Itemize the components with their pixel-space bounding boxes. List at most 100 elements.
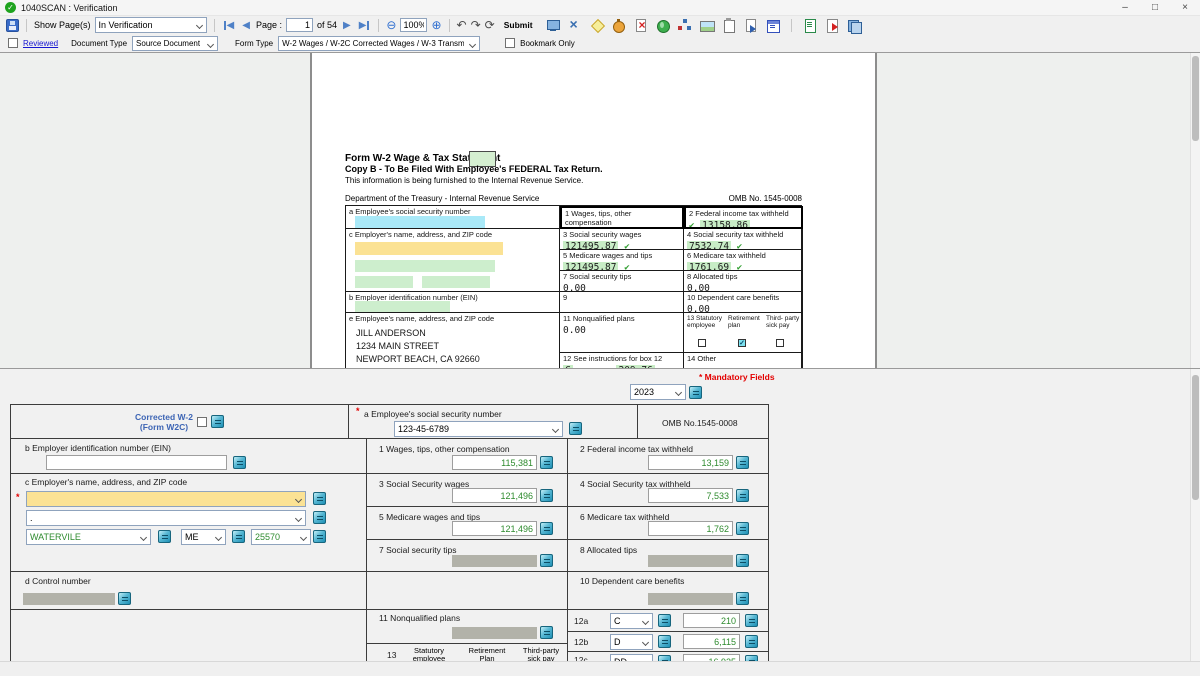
box12b-code-link-icon[interactable] [658, 635, 671, 648]
document-type-select[interactable]: Source Document [132, 36, 218, 51]
reviewed-link[interactable]: Reviewed [23, 39, 58, 48]
employer-state-select[interactable]: ME [181, 529, 226, 545]
employer-state-link-icon[interactable] [232, 530, 245, 543]
tax-year-select[interactable]: 2023 [630, 384, 686, 400]
last-page-button[interactable]: ▶ [357, 20, 372, 31]
box12c-input[interactable] [683, 654, 740, 661]
employer-zip-select[interactable]: 25570 [251, 529, 311, 545]
scan-box-3-value: 121495.87 [563, 241, 618, 250]
viewer-scrollbar[interactable] [1190, 53, 1200, 368]
corrected-w2-link-icon[interactable] [211, 415, 224, 428]
first-page-button[interactable]: ◀ [222, 20, 237, 31]
toolbar-separator [378, 19, 379, 32]
box11-link-icon[interactable] [540, 626, 553, 639]
control-number-label: d Control number [25, 576, 91, 586]
corrected-w2-checkbox[interactable] [197, 417, 207, 427]
diamond-icon[interactable] [589, 18, 605, 33]
minimize-button[interactable]: – [1110, 0, 1140, 16]
show-pages-select[interactable]: In Verification [95, 17, 207, 33]
box3-input[interactable] [452, 488, 537, 503]
box12b-input[interactable] [683, 634, 740, 649]
box6-link-icon[interactable] [736, 522, 749, 535]
employer-street-link-icon[interactable] [313, 511, 326, 524]
org-chart-icon[interactable] [677, 18, 693, 33]
scan-box-2[interactable]: 2 Federal income tax withheld ✔ 13158.86 [684, 206, 803, 229]
remove-doc-icon[interactable] [633, 18, 649, 33]
employer-zip-link-icon[interactable] [313, 530, 326, 543]
doc-green-icon[interactable] [802, 18, 818, 33]
tax-year-link-icon[interactable] [689, 386, 702, 399]
box4-input[interactable] [648, 488, 733, 503]
maximize-button[interactable]: □ [1140, 0, 1170, 16]
employer-street-select[interactable]: . [26, 510, 306, 526]
box7-link-icon[interactable] [540, 554, 553, 567]
box2-input[interactable] [648, 455, 733, 470]
scan-copy-line: Copy B - To Be Filed With Employee's FED… [345, 164, 603, 174]
omb-number: OMB No.1545-0008 [662, 418, 738, 428]
box8-link-icon[interactable] [736, 554, 749, 567]
scan-box-11-label: 11 Nonqualified plans [563, 314, 635, 323]
box12c-code-select[interactable]: DD [610, 654, 653, 661]
box12a-code-link-icon[interactable] [658, 614, 671, 627]
grid-export-icon[interactable] [765, 18, 781, 33]
box12b-code-select[interactable]: D [610, 634, 653, 650]
box2-link-icon[interactable] [736, 456, 749, 469]
box12a-code-select[interactable]: C [610, 613, 653, 629]
box5-link-icon[interactable] [540, 522, 553, 535]
scanned-w2-page[interactable]: Form W-2 Wage & Tax Statement Copy B - T… [310, 53, 877, 368]
control-number-link-icon[interactable] [118, 592, 131, 605]
panel-scrollbar[interactable] [1190, 369, 1200, 661]
rotate-right-icon[interactable]: ↷ [471, 19, 481, 31]
box5-input[interactable] [452, 521, 537, 536]
close-button[interactable]: × [1170, 0, 1200, 16]
scan-box-12: 12 See instructions for box 12 C 209.76 [560, 353, 684, 368]
box10-disabled-field [648, 593, 733, 605]
box1-input[interactable] [452, 455, 537, 470]
box10-link-icon[interactable] [736, 592, 749, 605]
delete-x-icon[interactable] [567, 18, 583, 33]
box12a-input[interactable] [683, 613, 740, 628]
box1-link-icon[interactable] [540, 456, 553, 469]
rotate-180-icon[interactable]: ⟳ [485, 19, 495, 31]
form-type-select[interactable]: W-2 Wages / W-2C Corrected Wages / W-3 T… [278, 36, 480, 51]
box12a-link-icon[interactable] [745, 614, 758, 627]
viewer-scrollbar-thumb[interactable] [1192, 56, 1199, 141]
box6-input[interactable] [648, 521, 733, 536]
employer-name-select[interactable] [26, 491, 306, 507]
panel-scrollbar-thumb[interactable] [1192, 375, 1199, 500]
submit-button[interactable]: Submit [499, 20, 538, 30]
next-page-button[interactable]: ▶ [341, 20, 353, 31]
ein-input[interactable] [46, 455, 227, 470]
money-icon[interactable] [611, 18, 627, 33]
bookmark-only-checkbox[interactable] [505, 38, 515, 48]
scan-box-7-label: 7 Social security tips [563, 272, 631, 281]
ssn-link-icon[interactable] [569, 422, 582, 435]
employer-name-link-icon[interactable] [313, 492, 326, 505]
box4-link-icon[interactable] [736, 489, 749, 502]
scan-box-10: 10 Dependent care benefits 0.00 [684, 292, 803, 313]
clipboard-icon[interactable] [721, 18, 737, 33]
employer-city-select[interactable]: WATERVILE [26, 529, 151, 545]
ssn-select[interactable]: 123-45-6789 [394, 421, 563, 437]
reviewed-checkbox[interactable] [8, 38, 18, 48]
screen-icon[interactable] [545, 18, 561, 33]
box3-link-icon[interactable] [540, 489, 553, 502]
page-number-input[interactable] [286, 18, 313, 32]
box12b-link-icon[interactable] [745, 635, 758, 648]
employer-city-link-icon[interactable] [158, 530, 171, 543]
pages-icon[interactable] [846, 18, 862, 33]
doc-search-icon[interactable] [743, 18, 759, 33]
image-icon[interactable] [699, 18, 715, 33]
previous-page-button[interactable]: ◀ [240, 20, 252, 31]
ein-link-icon[interactable] [233, 456, 246, 469]
box13-number: 13 [387, 650, 396, 660]
zoom-in-icon[interactable]: ⊕ [431, 19, 441, 31]
scan-w2-table: a Employee's social security number 1 Wa… [345, 205, 802, 368]
rotate-left-icon[interactable]: ↶ [457, 19, 467, 31]
zoom-out-icon[interactable]: ⊖ [386, 19, 396, 31]
globe-icon[interactable] [655, 18, 671, 33]
doc-export-icon[interactable] [824, 18, 840, 33]
zoom-level-input[interactable] [400, 18, 427, 32]
save-icon[interactable] [6, 19, 19, 32]
scan-box-1[interactable]: 1 Wages, tips, other compensation 115380… [560, 206, 684, 229]
